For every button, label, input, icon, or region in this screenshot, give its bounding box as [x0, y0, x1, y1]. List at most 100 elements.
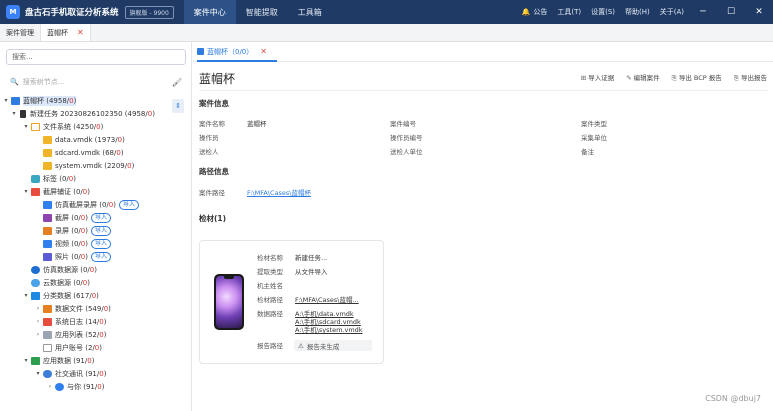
- close-icon[interactable]: ✕: [745, 7, 773, 17]
- chevron-down-icon[interactable]: ▾: [22, 188, 30, 195]
- material-path-label: 检材路径: [257, 296, 283, 304]
- menu-smart-extract[interactable]: 智能提取: [236, 0, 288, 24]
- tree-node-case[interactable]: ▾ 蓝帽杯 (4958/0): [0, 94, 191, 107]
- left-panel: 搜索... 🔍 搜索树节点... 🖌 ⇕ ▾ 蓝帽杯 (4958/0) ▾ 新建…: [0, 42, 192, 411]
- tree-node-emulated-capture[interactable]: 仿真截屏录屏 (0/0) 导入: [0, 198, 191, 211]
- chevron-down-icon[interactable]: ▾: [22, 123, 30, 130]
- tools-menu[interactable]: 工具(T): [552, 7, 586, 17]
- tab-case-detail[interactable]: 蓝帽杯（0/0） ✕: [197, 47, 267, 57]
- tree-node-screenshot-evidence[interactable]: ▾ 截屏辅证 (0/0): [0, 185, 191, 198]
- import-button[interactable]: 导入: [118, 199, 139, 210]
- node-tail: ): [101, 382, 105, 391]
- tree-node-photo[interactable]: 照片 (0/0) 导入: [0, 250, 191, 263]
- owner-name-label: 机主姓名: [257, 282, 283, 290]
- case-path-link[interactable]: F:\MFA\Cases\蓝帽杯: [247, 187, 311, 197]
- extract-type-value: 从文件导入: [295, 268, 328, 276]
- maximize-icon[interactable]: ☐: [717, 7, 745, 17]
- tab-lanmaobei[interactable]: 蓝帽杯 ✕: [41, 24, 91, 41]
- node-tail: ): [131, 161, 135, 170]
- tab-label: 蓝帽杯（0/0）: [207, 47, 254, 56]
- screenshot-icon: [43, 213, 52, 222]
- data-path-link-2[interactable]: A:\手机\system.vmdk: [295, 324, 363, 334]
- tree-node-social[interactable]: ▾ 社交通讯 (91/0): [0, 367, 191, 380]
- search-input[interactable]: 搜索...: [6, 49, 186, 65]
- export-bcp-button[interactable]: ⎘ 导出 BCP 报告: [672, 72, 722, 83]
- tree-node-tags[interactable]: 标签 (0/0): [0, 172, 191, 185]
- screenshot-icon: [31, 187, 40, 196]
- detail-tabs: 蓝帽杯（0/0） ✕: [193, 42, 773, 62]
- tree-node-data-files[interactable]: › 数据文件 (549/0): [0, 302, 191, 315]
- path-info-header: 路径信息: [199, 167, 229, 176]
- tree-node-screen-record[interactable]: 录屏 (0/0) 导入: [0, 224, 191, 237]
- tree-node-video[interactable]: 视频 (0/0) 导入: [0, 237, 191, 250]
- chevron-right-icon[interactable]: ›: [46, 383, 54, 390]
- warning-icon: ⚠: [298, 341, 304, 350]
- chevron-right-icon[interactable]: ›: [34, 318, 42, 325]
- node-label: 应用数据 (91/: [43, 356, 88, 365]
- node-label: 数据文件 (549/: [55, 304, 104, 313]
- tree-node-user-account[interactable]: 用户账号 (2/0): [0, 341, 191, 354]
- close-tab-icon[interactable]: ✕: [260, 47, 267, 56]
- folder-open-icon: [31, 122, 40, 131]
- tab-case-management[interactable]: 案件管理: [0, 24, 41, 41]
- import-button[interactable]: 导入: [90, 225, 111, 236]
- export-report-button[interactable]: ⎘ 导出报告: [734, 72, 767, 83]
- tree-search-input[interactable]: 🔍 搜索树节点... 🖌: [6, 74, 186, 90]
- node-label: 蓝帽杯 (4958/: [23, 96, 70, 105]
- import-button[interactable]: 导入: [90, 251, 111, 262]
- node-tail: ): [73, 96, 77, 105]
- app-logo: M: [6, 5, 20, 19]
- edit-case-button[interactable]: ✎ 编辑案件: [626, 72, 659, 83]
- tree-node-app-data[interactable]: ▾ 应用数据 (91/0): [0, 354, 191, 367]
- title-bar: M 盘古石手机取证分析系统 旗舰版 - 9900 案件中心 智能提取 工具箱 🔔…: [0, 0, 773, 24]
- settings-menu[interactable]: 设置(S): [586, 7, 620, 17]
- chevron-down-icon[interactable]: ▾: [10, 110, 18, 117]
- import-button[interactable]: 导入: [90, 212, 111, 223]
- node-tail: ): [103, 330, 107, 339]
- node-label: 标签 (0/: [43, 174, 69, 183]
- data-file-icon: [43, 304, 52, 313]
- tree-node-yuni[interactable]: › 与你 (91/0): [0, 380, 191, 393]
- chevron-down-icon[interactable]: ▾: [22, 292, 30, 299]
- chevron-down-icon[interactable]: ▾: [2, 97, 10, 104]
- tree-node-data-vmdk[interactable]: data.vmdk (1973/0): [0, 133, 191, 146]
- chevron-down-icon[interactable]: ▾: [34, 370, 42, 377]
- node-tail: ): [120, 148, 124, 157]
- tree-node-emulated-source[interactable]: 仿真数据源 (0/0): [0, 263, 191, 276]
- node-label: 视频 (0/: [55, 239, 81, 248]
- tree-node-app-list[interactable]: › 应用列表 (52/0): [0, 328, 191, 341]
- menu-case-center[interactable]: 案件中心: [183, 0, 236, 24]
- material-path-link[interactable]: F:\MFA\Cases\蓝帽...: [295, 294, 359, 304]
- tree-node-screenshot[interactable]: 截屏 (0/0) 导入: [0, 211, 191, 224]
- chevron-down-icon[interactable]: ▾: [22, 357, 30, 364]
- tree-node-classified-data[interactable]: ▾ 分类数据 (617/0): [0, 289, 191, 302]
- menu-toolbox[interactable]: 工具箱: [288, 0, 332, 24]
- import-button[interactable]: 导入: [90, 238, 111, 249]
- tree-node-sdcard-vmdk[interactable]: sdcard.vmdk (68/0): [0, 146, 191, 159]
- about-menu[interactable]: 关于(A): [655, 7, 689, 17]
- notice-button[interactable]: 🔔 公告: [517, 7, 553, 17]
- clear-brush-icon[interactable]: 🖌: [172, 78, 182, 87]
- close-tab-icon[interactable]: ✕: [77, 28, 84, 37]
- sender-label: 送检人: [199, 148, 219, 156]
- minimize-icon[interactable]: ─: [689, 7, 717, 17]
- chevron-right-icon[interactable]: ›: [34, 305, 42, 312]
- record-icon: [43, 226, 52, 235]
- tree-node-filesystem[interactable]: ▾ 文件系统 (4250/0): [0, 120, 191, 133]
- action-label: 导出报告: [741, 74, 767, 82]
- import-evidence-button[interactable]: ⊞ 导入证据: [581, 72, 614, 83]
- help-menu[interactable]: 帮助(H): [620, 7, 655, 17]
- node-tail: ): [108, 304, 111, 313]
- tree-node-cloud-source[interactable]: 云数据源 (0/0): [0, 276, 191, 289]
- tree-node-system-log[interactable]: › 系统日志 (14/0): [0, 315, 191, 328]
- tree-node-task[interactable]: ▾ 新建任务 20230826102350 (4958/0): [0, 107, 191, 120]
- export-icon: ⎘: [733, 74, 739, 82]
- node-tail: ): [85, 226, 88, 235]
- bell-icon: 🔔: [521, 8, 531, 16]
- phone-screen: [216, 276, 242, 328]
- chevron-right-icon[interactable]: ›: [34, 331, 42, 338]
- app-icon: [55, 382, 64, 391]
- case-name-label: 案件名称: [199, 120, 225, 128]
- tree-node-system-vmdk[interactable]: system.vmdk (2209/0): [0, 159, 191, 172]
- node-tail: ): [87, 187, 90, 196]
